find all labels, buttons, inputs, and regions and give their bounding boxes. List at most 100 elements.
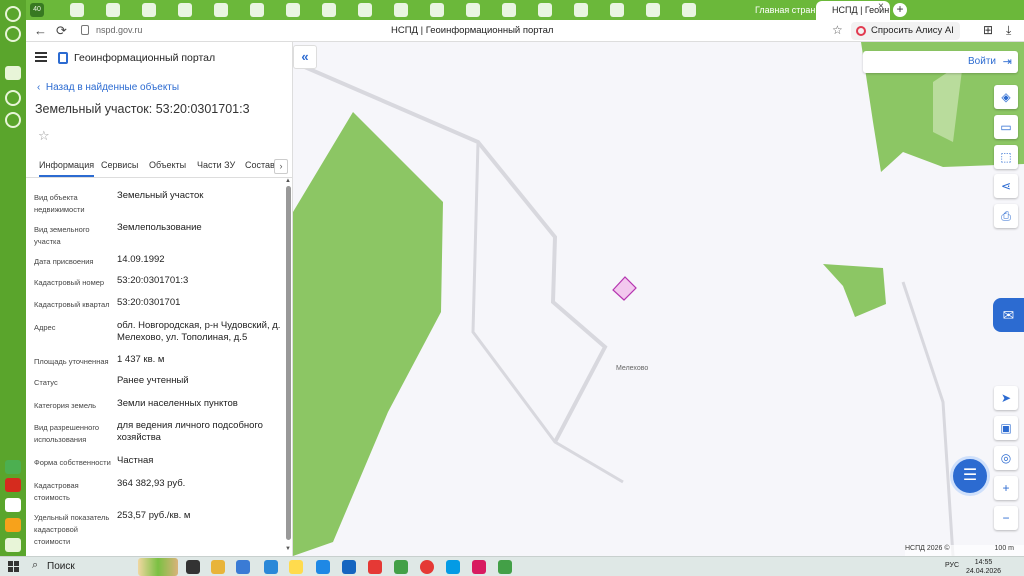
mail-icon[interactable] bbox=[236, 560, 250, 574]
browser-home-icon[interactable] bbox=[5, 6, 21, 22]
tab-favicon[interactable] bbox=[574, 3, 588, 17]
tab-favicon[interactable] bbox=[538, 3, 552, 17]
tab-favicon[interactable] bbox=[610, 3, 624, 17]
new-tab-button[interactable]: + bbox=[893, 3, 907, 17]
chrome-icon[interactable] bbox=[394, 560, 408, 574]
scrollbar[interactable]: ▲ ▼ bbox=[285, 178, 291, 554]
extensions-icon[interactable]: ⊞ bbox=[983, 23, 993, 37]
opera-icon[interactable] bbox=[420, 560, 434, 574]
taskbar-search-label[interactable]: Поиск bbox=[47, 561, 75, 572]
tab-favicon[interactable] bbox=[286, 3, 300, 17]
tab-information[interactable]: Информация bbox=[39, 160, 95, 177]
assistant-icon[interactable]: ✉ bbox=[993, 298, 1024, 332]
scroll-thumb[interactable] bbox=[286, 186, 291, 540]
tab-favicon[interactable] bbox=[394, 3, 408, 17]
windows-start-icon[interactable] bbox=[8, 561, 20, 573]
property-label: Вид разрешенного использования bbox=[34, 423, 100, 444]
zoom-app-icon[interactable] bbox=[342, 560, 356, 574]
tab-favicon[interactable] bbox=[466, 3, 480, 17]
lock-icon[interactable] bbox=[81, 25, 89, 35]
mail-icon[interactable] bbox=[5, 518, 21, 532]
parcel-polygon[interactable] bbox=[612, 276, 637, 301]
bookmark-icon[interactable]: ☆ bbox=[832, 23, 843, 37]
map-footer: НСПД 2026 © 100 m bbox=[905, 545, 1024, 556]
tabs-next-button[interactable]: › bbox=[274, 159, 288, 174]
skype-icon[interactable] bbox=[446, 560, 460, 574]
tab-badge[interactable]: 40 bbox=[30, 3, 44, 17]
tab-favicon[interactable] bbox=[322, 3, 336, 17]
tab-favicon[interactable] bbox=[358, 3, 372, 17]
login-button[interactable]: Войти ⇥ bbox=[863, 51, 1018, 73]
clock-time: 14:55 bbox=[974, 559, 993, 566]
minimap-icon[interactable]: ▣ bbox=[994, 416, 1018, 440]
tab-favicon[interactable] bbox=[142, 3, 156, 17]
scroll-up-icon[interactable]: ▲ bbox=[285, 178, 291, 184]
browser-icon[interactable] bbox=[498, 560, 512, 574]
back-to-results-link[interactable]: ‹ Назад в найденные объекты bbox=[37, 82, 179, 93]
tab-favicon[interactable] bbox=[502, 3, 516, 17]
tab-favicon[interactable] bbox=[106, 3, 120, 17]
tab-main-page[interactable]: Главная страни bbox=[741, 2, 815, 18]
flag-icon[interactable] bbox=[5, 478, 21, 492]
clock[interactable]: 14:55 24.04.2026 bbox=[966, 558, 1001, 576]
property-value: обл. Новгородская, р-н Чудовский, д. Мел… bbox=[117, 320, 281, 343]
select-area-icon[interactable]: ⬚ bbox=[994, 145, 1018, 169]
print-icon[interactable]: ⎙ bbox=[994, 204, 1018, 228]
monitor-app-icon[interactable] bbox=[264, 560, 278, 574]
map-canvas[interactable]: Мелехово bbox=[293, 42, 1024, 556]
play-icon[interactable] bbox=[5, 112, 21, 128]
wildberries-icon[interactable] bbox=[472, 560, 486, 574]
task-view-icon[interactable] bbox=[186, 560, 200, 574]
tab-favicon[interactable] bbox=[70, 3, 84, 17]
yandex-browser-icon[interactable] bbox=[289, 560, 303, 574]
address-bar: ← ⟳ nspd.gov.ru НСПД | Геоинформационный… bbox=[26, 20, 1024, 42]
layers-icon[interactable]: ◈ bbox=[994, 85, 1018, 109]
menu-icon[interactable] bbox=[35, 52, 47, 64]
tab-close-icon[interactable]: × bbox=[878, 1, 884, 12]
tab-favicon[interactable] bbox=[178, 3, 192, 17]
folder-icon[interactable] bbox=[5, 498, 21, 512]
ask-alice-button[interactable]: Спросить Алису AI bbox=[851, 22, 960, 40]
panel-icon[interactable] bbox=[5, 538, 21, 552]
timer-icon[interactable] bbox=[5, 90, 21, 106]
property-label: Адрес bbox=[34, 323, 56, 332]
reload-icon[interactable]: ⟳ bbox=[56, 23, 67, 39]
app-icon[interactable] bbox=[5, 460, 21, 474]
property-value: 53:20:0301701 bbox=[117, 297, 181, 308]
property-value: Земли населенных пунктов bbox=[117, 398, 238, 409]
tab-parts[interactable]: Части ЗУ bbox=[197, 160, 235, 170]
locate-icon[interactable]: ➤ bbox=[994, 386, 1018, 410]
map-attribution: НСПД 2026 © bbox=[905, 545, 950, 552]
back-arrow-icon[interactable]: ← bbox=[34, 23, 47, 38]
tab-objects[interactable]: Объекты bbox=[149, 160, 186, 170]
history-icon[interactable] bbox=[5, 26, 21, 42]
collapse-panel-button[interactable]: « bbox=[293, 45, 317, 69]
tab-services[interactable]: Сервисы bbox=[101, 160, 138, 170]
scroll-down-icon[interactable]: ▼ bbox=[285, 546, 291, 552]
tab-favicon[interactable] bbox=[430, 3, 444, 17]
tab-favicon[interactable] bbox=[214, 3, 228, 17]
property-label: Удельный показатель кадастровой стоимост… bbox=[34, 513, 110, 546]
tab-favicon[interactable] bbox=[682, 3, 696, 17]
zoom-out-button[interactable]: − bbox=[994, 506, 1018, 530]
portal-name: Геоинформационный портал bbox=[74, 52, 216, 64]
tab-favicon[interactable] bbox=[646, 3, 660, 17]
tab-favicon[interactable] bbox=[250, 3, 264, 17]
ruler-icon[interactable]: ▭ bbox=[994, 115, 1018, 139]
yandex-app-icon[interactable] bbox=[368, 560, 382, 574]
chat-icon[interactable]: ☰ bbox=[950, 456, 990, 496]
language-indicator[interactable]: РУС bbox=[945, 562, 959, 569]
geolocation-icon[interactable]: ◎ bbox=[994, 446, 1018, 470]
property-label: Дата присвоения bbox=[34, 257, 94, 266]
search-icon[interactable]: ⌕ bbox=[32, 559, 38, 572]
zoom-in-button[interactable]: + bbox=[994, 476, 1018, 500]
downloads-icon[interactable]: ⤓ bbox=[1006, 23, 1011, 38]
badge-icon[interactable] bbox=[5, 66, 21, 80]
file-explorer-icon[interactable] bbox=[211, 560, 225, 574]
url-text[interactable]: nspd.gov.ru bbox=[96, 25, 142, 35]
share-icon[interactable]: ⋖ bbox=[994, 174, 1018, 198]
search-highlight-image[interactable] bbox=[138, 558, 178, 576]
tab-composition[interactable]: Состав bbox=[245, 160, 275, 170]
edge-icon[interactable] bbox=[316, 560, 330, 574]
favorite-star-icon[interactable]: ☆ bbox=[38, 128, 50, 144]
